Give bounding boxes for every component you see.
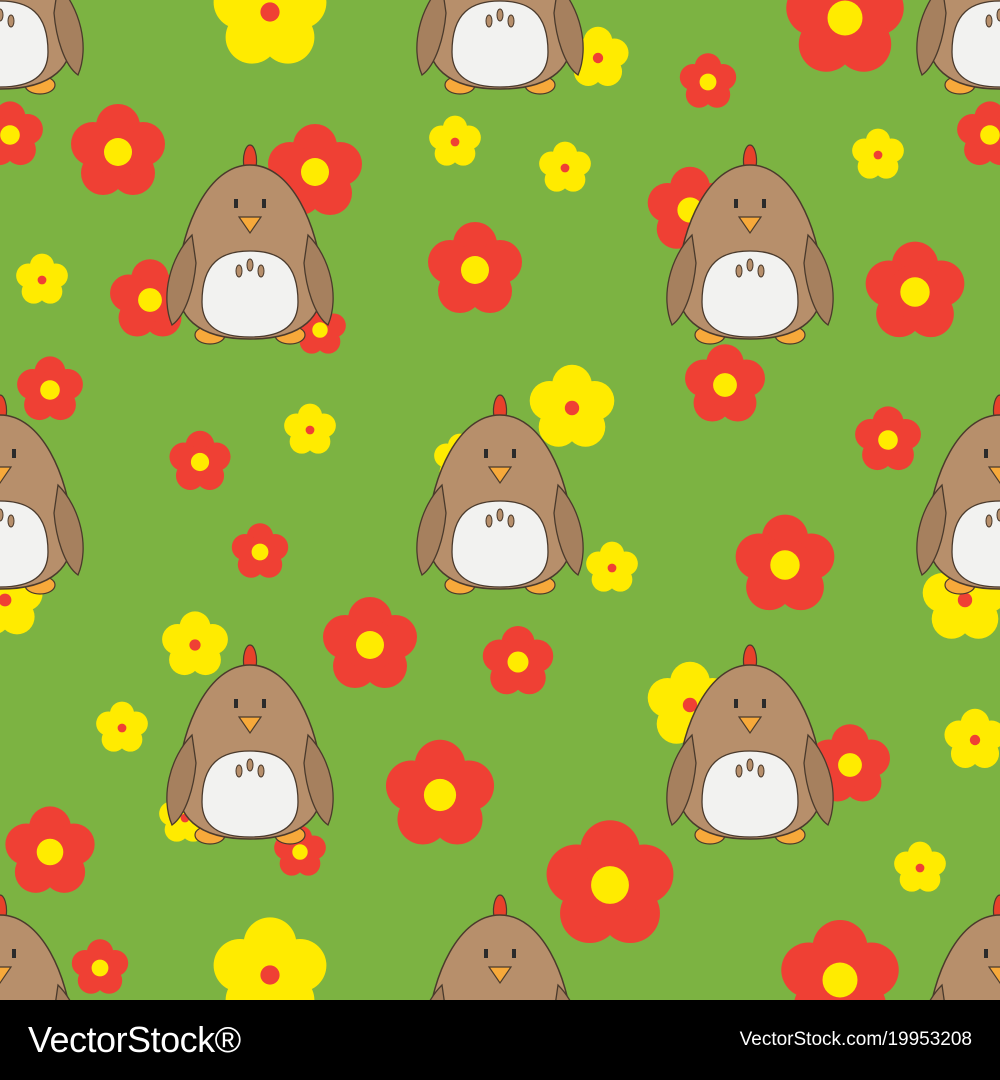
chicken-flower-pattern [0, 0, 1000, 1000]
brand-logo-text: VectorStock® [28, 1019, 241, 1060]
image-reference: VectorStock.com/19953208 [739, 1029, 972, 1050]
watermark-footer: VectorStock® VectorStock.com/19953208 [0, 1000, 1000, 1080]
